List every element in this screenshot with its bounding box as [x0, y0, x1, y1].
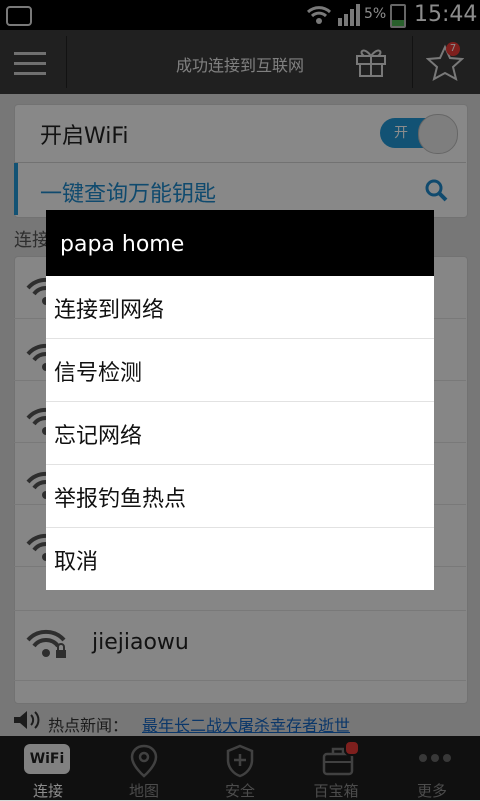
menu-item-forget[interactable]: 忘记网络 [46, 402, 434, 465]
dialog-title-text: papa home [60, 232, 185, 257]
menu-item-signal-test[interactable]: 信号检测 [46, 339, 434, 402]
menu-item-label: 取消 [54, 550, 99, 575]
dialog-title: papa home [46, 210, 434, 276]
menu-item-label: 忘记网络 [54, 424, 143, 449]
menu-item-label: 连接到网络 [54, 298, 165, 323]
menu-item-connect[interactable]: 连接到网络 [46, 276, 434, 339]
menu-item-report-phishing[interactable]: 举报钓鱼热点 [46, 465, 434, 528]
menu-item-cancel[interactable]: 取消 [46, 528, 434, 590]
menu-item-label: 举报钓鱼热点 [54, 487, 187, 512]
menu-item-label: 信号检测 [54, 361, 143, 386]
